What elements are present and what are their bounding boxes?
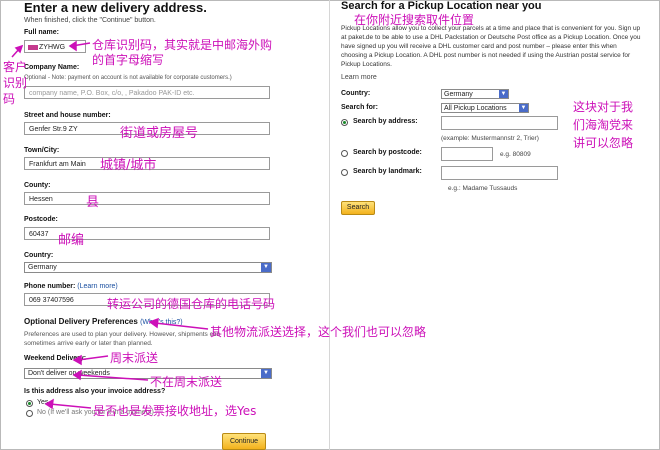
annotation-arrows [11,40,209,410]
